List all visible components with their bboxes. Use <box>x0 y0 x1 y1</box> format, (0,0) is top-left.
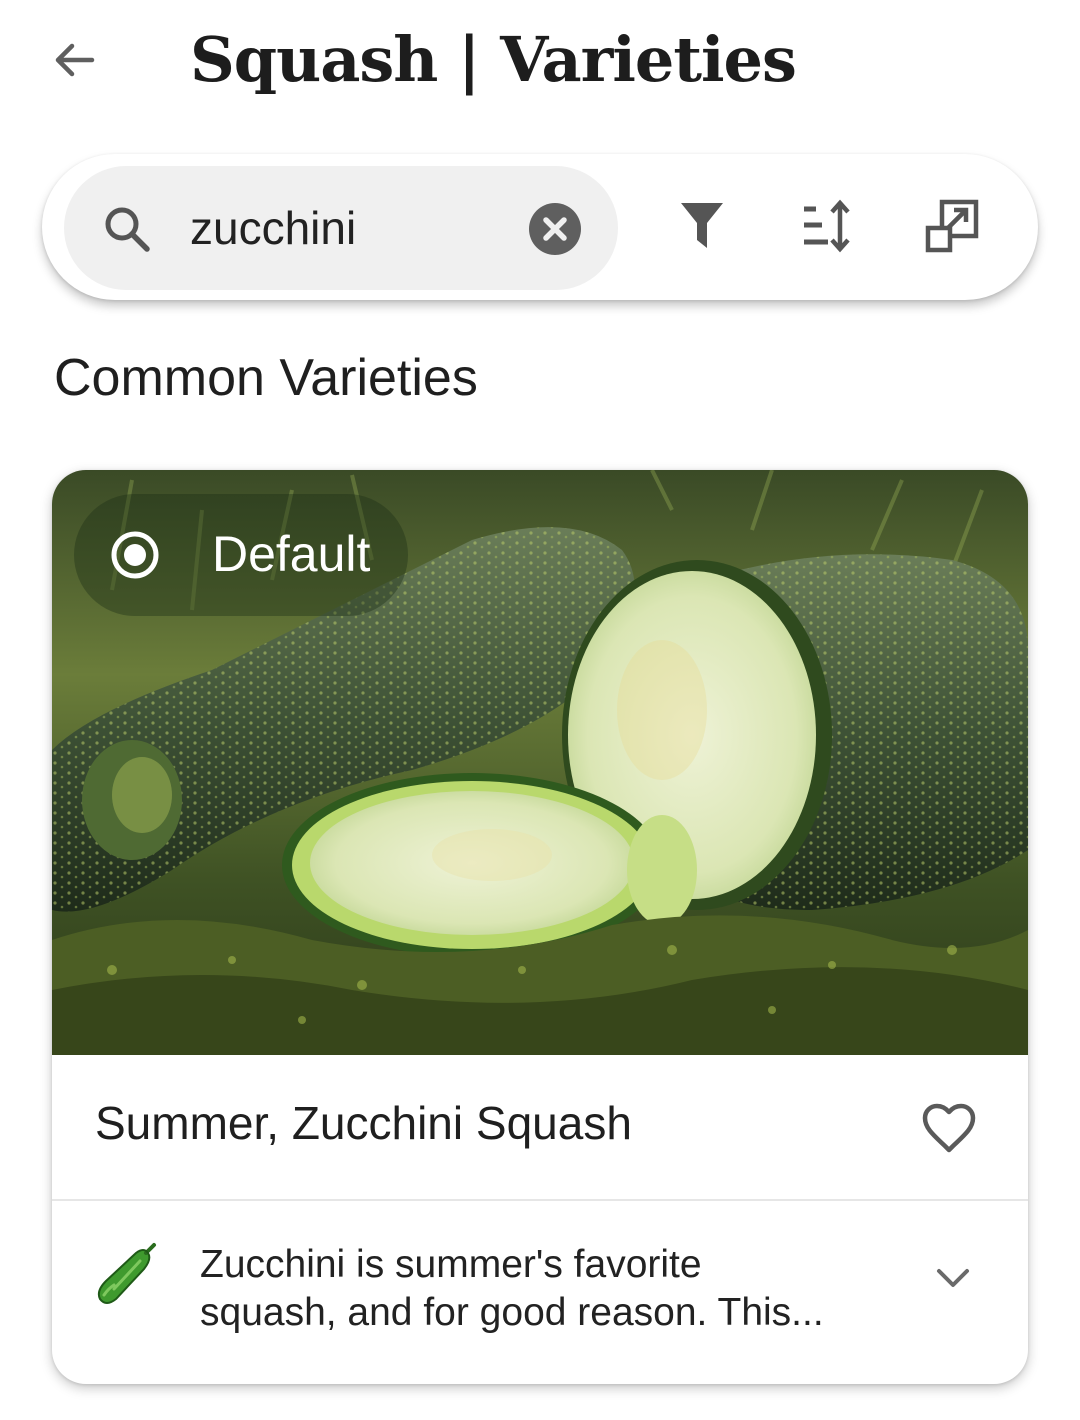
search-bar[interactable] <box>64 166 618 290</box>
clear-circle-icon[interactable] <box>528 202 582 256</box>
favorite-button[interactable] <box>916 1095 982 1161</box>
chip-label: Default <box>212 526 371 582</box>
open-in-new-icon <box>925 199 979 253</box>
description-row[interactable]: Zucchini is summer's favorite squash, an… <box>52 1201 1028 1384</box>
card-title-row: Summer, Zucchini Squash <box>52 1055 1028 1201</box>
expand-button[interactable] <box>928 1253 978 1303</box>
open-in-new-button[interactable] <box>920 194 984 258</box>
chevron-down-icon <box>937 1269 969 1287</box>
variety-card[interactable]: Default Summer, Zucchini Squash Zucchini… <box>52 470 1028 1384</box>
heart-outline-icon <box>922 1103 976 1153</box>
description-line-2: squash, and for good reason. This... <box>200 1291 824 1334</box>
sort-icon <box>804 199 850 253</box>
filter-icon <box>681 203 723 248</box>
search-toolbar <box>42 154 1038 300</box>
variety-name: Summer, Zucchini Squash <box>95 1097 632 1149</box>
default-chip[interactable]: Default <box>74 494 408 616</box>
search-input[interactable] <box>190 194 510 262</box>
variety-description: Zucchini is summer's favorite squash, an… <box>200 1241 880 1337</box>
arrow-left-icon <box>55 43 95 77</box>
radio-selected-icon <box>111 531 159 579</box>
app-screen: Squash | Varieties zucchini Common Varie… <box>0 0 1080 1420</box>
page-title: Squash | Varieties <box>190 23 797 96</box>
description-line-1: Zucchini is summer's favorite <box>200 1243 702 1286</box>
sort-button[interactable] <box>794 194 858 258</box>
app-header: Squash | Varieties <box>0 0 1080 122</box>
filter-button[interactable] <box>670 194 734 258</box>
search-icon <box>105 207 150 252</box>
section-title: Common Varieties <box>54 349 478 407</box>
zucchini-icon <box>97 1243 156 1304</box>
back-button[interactable] <box>44 30 104 90</box>
